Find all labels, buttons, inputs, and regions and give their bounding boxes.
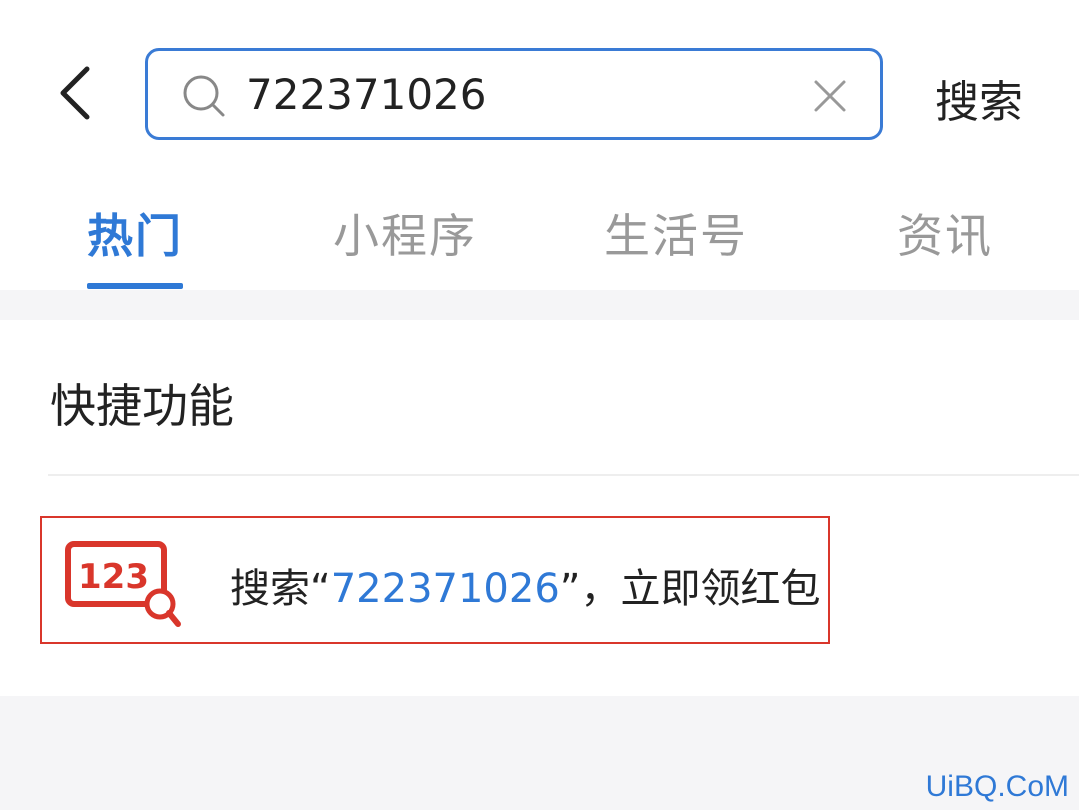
watermark: UiBQ.CoM: [925, 770, 1069, 803]
chevron-left-icon: [60, 66, 90, 120]
quick-functions-section: 快捷功能 123 搜索“722371026”，立即领红包: [0, 320, 1079, 696]
divider: [48, 474, 1079, 476]
quick-item-text: 搜索“722371026”，立即领红包: [230, 556, 821, 614]
tab-news[interactable]: 资讯: [897, 200, 993, 266]
back-button[interactable]: [40, 58, 110, 128]
search-box[interactable]: [145, 48, 883, 140]
search-input[interactable]: [246, 63, 786, 125]
section-title: 快捷功能: [50, 379, 234, 433]
quick-item-suffix: ”，立即领红包: [559, 566, 821, 612]
active-tab-indicator: [87, 283, 183, 289]
icon-text: 123: [78, 557, 149, 597]
search-button[interactable]: 搜索: [935, 66, 1023, 130]
tab-bar: 热门 小程序 生活号 资讯: [0, 160, 1079, 290]
quick-item-prefix: 搜索“: [230, 566, 331, 612]
tab-hot[interactable]: 热门: [87, 200, 183, 266]
tab-life-accounts[interactable]: 生活号: [604, 200, 748, 266]
quick-search-redpacket-item[interactable]: 123 搜索“722371026”，立即领红包: [40, 516, 830, 644]
number-search-icon: 123: [65, 541, 181, 627]
top-bar: 搜索: [0, 0, 1079, 160]
quick-item-keyword: 722371026: [330, 566, 560, 612]
tab-mini-programs[interactable]: 小程序: [333, 200, 477, 266]
search-icon: [183, 75, 225, 117]
close-icon[interactable]: [810, 76, 850, 116]
